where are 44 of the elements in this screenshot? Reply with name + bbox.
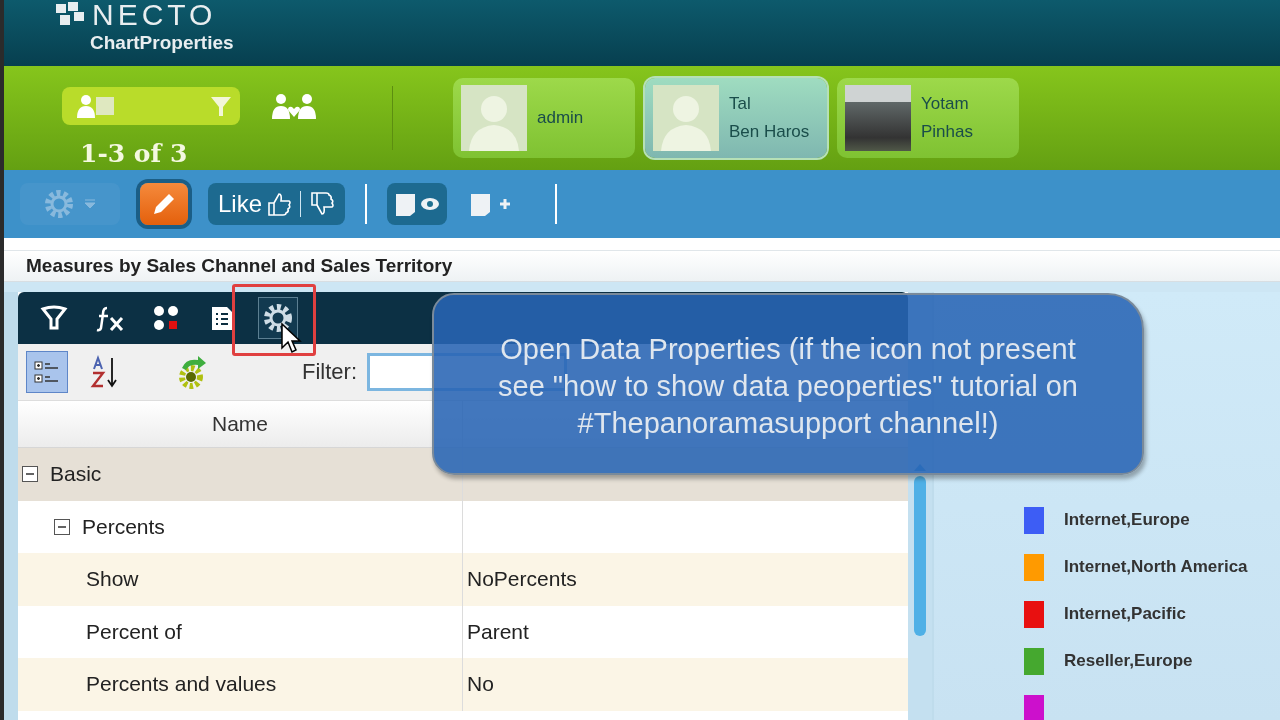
gear-tab[interactable] xyxy=(258,297,298,339)
caret-icon xyxy=(84,199,96,209)
user-first-name: Tal xyxy=(729,94,752,114)
scroll-thumb[interactable] xyxy=(914,476,926,636)
legend-label: Internet,Pacific xyxy=(1064,604,1186,624)
legend-label: Reseller,Europe xyxy=(1064,651,1193,671)
property-name: Percents xyxy=(82,514,165,539)
chart-title: Measures by Sales Channel and Sales Territory xyxy=(26,255,453,277)
filter-icon xyxy=(40,304,68,332)
legend-label: Internet,North America xyxy=(1064,557,1248,577)
dots-grid-icon xyxy=(152,304,180,332)
filter-label: Filter: xyxy=(302,359,357,385)
function-icon xyxy=(95,304,125,332)
expand-toggle-icon[interactable] xyxy=(54,518,70,535)
settings-icon xyxy=(44,189,74,219)
user-last-name: Pinhas xyxy=(921,122,973,142)
user-first-name: admin xyxy=(537,108,584,128)
user-card[interactable]: Tal Ben Haros xyxy=(645,78,827,158)
user-last-name: Ben Haros xyxy=(729,122,810,142)
list-icon xyxy=(209,304,235,332)
property-name: Show xyxy=(86,567,139,592)
property-name: Basic xyxy=(50,462,102,487)
user-card[interactable]: Yotam Pinhas xyxy=(837,78,1019,158)
mouse-pointer-icon xyxy=(280,322,302,354)
tutorial-tooltip: Open Data Properties (if the icon not present see "how to show data peoperties" tutorial on #Thepanoramasupport channel!) xyxy=(432,293,1144,475)
users-icon[interactable] xyxy=(270,91,318,120)
property-name: Percents and values xyxy=(86,672,277,697)
settings-icon xyxy=(262,302,294,334)
user-first-name: Yotam xyxy=(921,94,970,114)
property-value: No xyxy=(467,672,494,697)
expand-toggle-icon[interactable] xyxy=(22,466,38,483)
result-count: 1-3 of 3 xyxy=(80,138,189,168)
legend-label: Internet,Europe xyxy=(1064,510,1190,530)
property-value: Parent xyxy=(467,619,529,644)
property-name: Percent of xyxy=(86,619,182,644)
view-notes-button[interactable] xyxy=(387,183,448,225)
like-button[interactable]: Like xyxy=(208,183,346,225)
page-subtitle: ChartProperties xyxy=(90,32,235,54)
categorized-view-button[interactable] xyxy=(26,351,68,393)
app-logo: NECTO xyxy=(92,0,217,30)
user-card[interactable]: admin xyxy=(453,78,635,158)
property-value: NoPercents xyxy=(467,567,577,592)
thumbs-down-icon xyxy=(309,191,336,217)
thumbs-up-icon xyxy=(266,191,293,217)
